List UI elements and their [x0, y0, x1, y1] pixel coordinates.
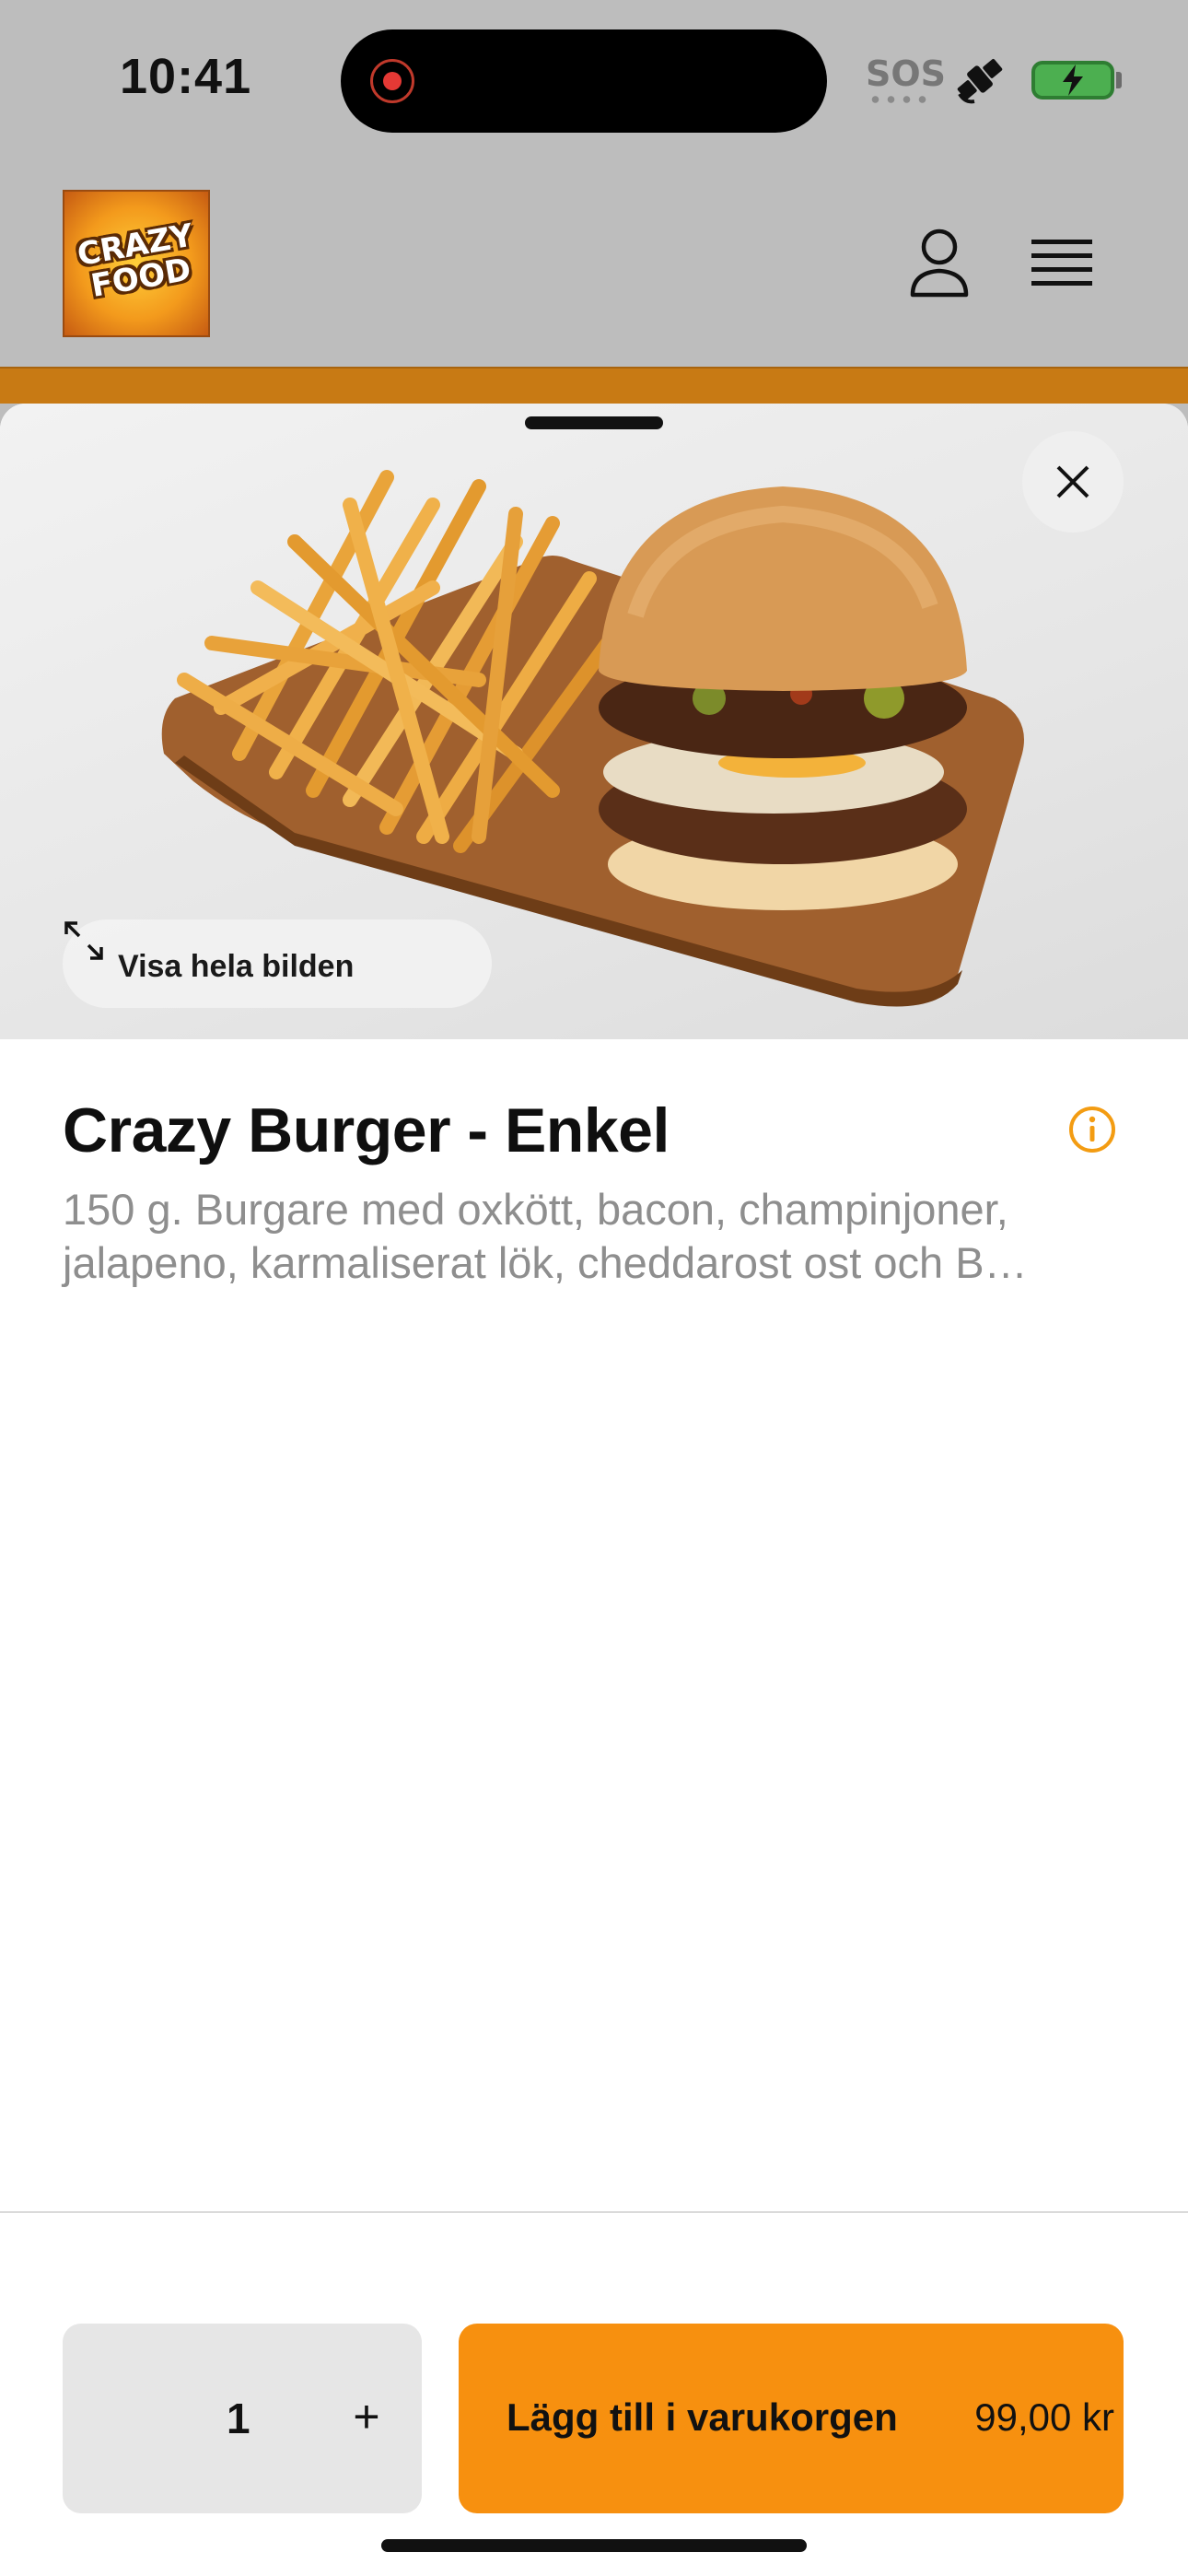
logo-text: CRAZY FOOD: [74, 217, 196, 305]
info-icon[interactable]: [1068, 1106, 1116, 1153]
category-strip: [0, 367, 1188, 404]
footer-divider: [0, 2211, 1188, 2213]
dynamic-island: [341, 29, 827, 133]
add-to-cart-price: 99,00 kr: [974, 2395, 1114, 2439]
view-full-image-label: Visa hela bilden: [118, 949, 355, 984]
site-header: CRAZY FOOD: [0, 166, 1188, 367]
product-description: 150 g. Burgare med oxkött, bacon, champi…: [63, 1185, 1028, 1287]
home-indicator: [381, 2539, 807, 2552]
quantity-value: 1: [227, 2395, 250, 2442]
expand-icon: [64, 921, 103, 960]
product-sheet: Visa hela bilden Crazy Burger - Enkel 15…: [0, 404, 1188, 2576]
close-icon: [1056, 465, 1089, 498]
menu-icon[interactable]: [1031, 238, 1092, 289]
quantity-plus-button[interactable]: +: [339, 2384, 394, 2449]
close-button[interactable]: [1022, 431, 1124, 533]
quantity-stepper: 1 +: [63, 2324, 422, 2513]
view-full-image-button[interactable]: Visa hela bilden: [63, 919, 492, 1008]
user-icon[interactable]: [908, 227, 971, 299]
status-time: 10:41: [120, 49, 252, 104]
add-to-cart-label: Lägg till i varukorgen: [507, 2395, 898, 2439]
status-bar: 10:41 SOS: [0, 0, 1188, 166]
battery-charging-icon: [1031, 61, 1114, 100]
product-title: Crazy Burger - Enkel: [63, 1095, 670, 1165]
sheet-grabber[interactable]: [525, 416, 663, 429]
sos-signal-dots: [868, 96, 932, 103]
product-image: Visa hela bilden: [0, 404, 1188, 1039]
crazy-food-logo[interactable]: CRAZY FOOD: [63, 190, 210, 337]
add-to-cart-button[interactable]: Lägg till i varukorgen 99,00 kr: [459, 2324, 1124, 2513]
satellite-icon: [957, 58, 1003, 104]
sos-indicator: SOS: [866, 53, 947, 94]
screen-record-icon: [370, 59, 414, 103]
battery-cap: [1116, 72, 1122, 88]
